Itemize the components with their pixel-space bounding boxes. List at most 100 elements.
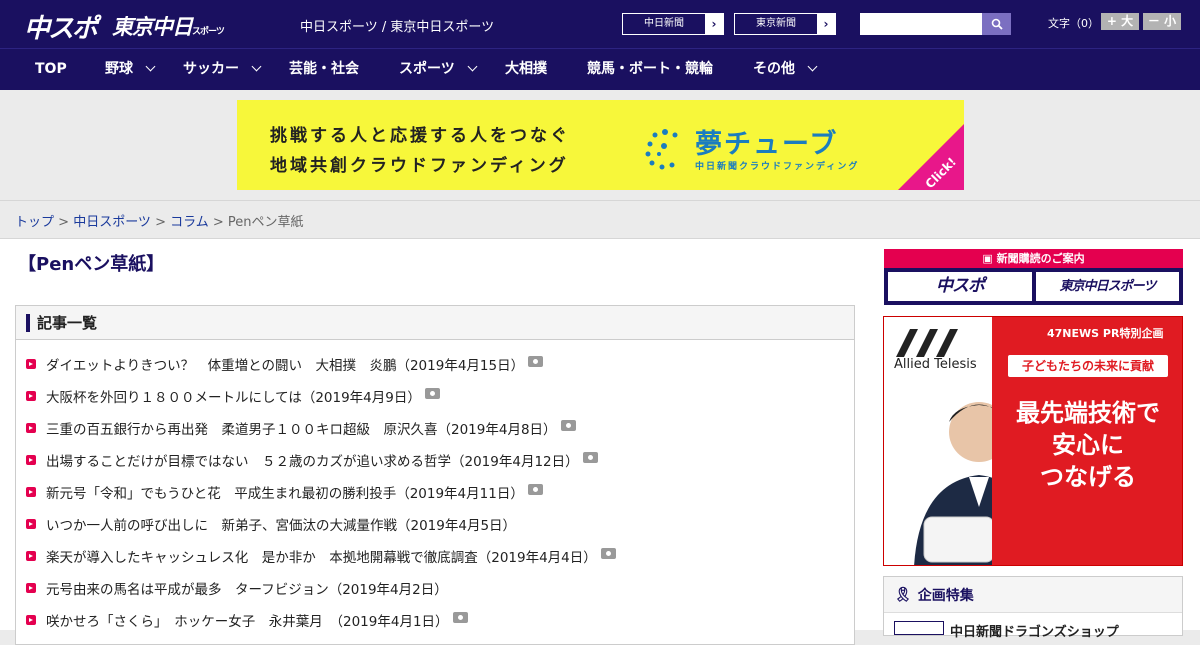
arrow-bullet-icon (26, 615, 36, 625)
nav-label: 芸能・社会 (289, 61, 359, 77)
list-item[interactable]: 咲かせろ「さくら」 ホッケー女子 永井葉月 （2019年4月1日） (26, 610, 468, 630)
ribbon-icon: 🎗 (894, 586, 912, 603)
breadcrumb-top[interactable]: トップ (15, 215, 54, 230)
banner-brand: 夢チューブ (695, 129, 839, 160)
allied-telesis-logo-icon (896, 329, 958, 357)
breadcrumb-separator: > (54, 215, 74, 230)
ad-headline-3: つなげる (1040, 463, 1136, 491)
ad-headline-1: 最先端技術で (1016, 399, 1160, 427)
tokyo-logo-sub: スポーツ (192, 27, 225, 37)
arrow-bullet-icon (26, 487, 36, 497)
list-item[interactable]: 出場することだけが目標ではない ５２歳のカズが追い求める哲学（2019年4月12… (26, 450, 598, 470)
article-title: 咲かせろ「さくら」 ホッケー女子 永井葉月 （2019年4月1日） (46, 614, 449, 630)
page-title: 【Penペン草紙】 (18, 254, 165, 275)
nav-entertainment[interactable]: 芸能・社会 (289, 49, 359, 90)
breadcrumb-chunichi-sports[interactable]: 中日スポーツ (73, 215, 151, 230)
article-title: 三重の百五銀行から再出発 柔道男子１００キロ超級 原沢久喜（2019年4月8日） (46, 422, 557, 438)
nav-top[interactable]: TOP (35, 49, 67, 90)
list-item[interactable]: 三重の百五銀行から再出発 柔道男子１００キロ超級 原沢久喜（2019年4月8日） (26, 418, 576, 438)
tokyo-subscribe-logo[interactable]: 東京中日スポーツ (1036, 272, 1179, 301)
nav-sumo[interactable]: 大相撲 (505, 49, 547, 90)
feature-item-link[interactable]: 中日新聞ドラゴンズショップ (950, 621, 1119, 640)
list-item[interactable]: 新元号「令和」でもうひと花 平成生まれ最初の勝利投手（2019年4月11日） (26, 482, 543, 502)
ad-company-name: Allied Telesis (894, 357, 977, 372)
arrow-bullet-icon (26, 551, 36, 561)
font-smaller-button[interactable]: － 小 (1143, 13, 1181, 30)
banner-area: 挑戦する人と応援する人をつなぐ 地域共創クラウドファンディング 夢チューブ 中日… (0, 90, 1200, 200)
nav-label: 競馬・ボート・競輪 (587, 61, 713, 77)
chevron-down-icon (251, 61, 262, 72)
chevron-right-icon: › (705, 14, 723, 34)
list-item[interactable]: いつか一人前の呼び出しに 新弟子、宮価汰の大減量作戦（2019年4月5日） (26, 514, 516, 534)
search-button[interactable] (982, 13, 1011, 35)
site-title[interactable]: 中日スポーツ / 東京中日スポーツ (300, 16, 494, 35)
chevron-down-icon (807, 61, 818, 72)
feature-heading-text: 企画特集 (917, 587, 974, 604)
arrow-bullet-icon (26, 455, 36, 465)
feature-heading: 🎗 企画特集 (884, 577, 1182, 613)
chuspo-subscribe-logo[interactable]: 中スポ (888, 272, 1032, 301)
font-larger-button[interactable]: + 大 (1101, 13, 1139, 30)
feature-thumbnail[interactable] (894, 621, 944, 635)
article-title: 楽天が導入したキャッシュレス化 是か非か 本拠地開幕戦で徹底調査（2019年4月… (46, 550, 597, 566)
main-nav: TOP 野球 サッカー 芸能・社会 スポーツ 大相撲 競馬・ボート・競輪 その他 (0, 48, 1200, 90)
chunichi-shimbun-link[interactable]: 中日新聞 › (622, 13, 724, 35)
arrow-bullet-icon (26, 423, 36, 433)
list-item[interactable]: 元号由来の馬名は平成が最多 ターフビジョン（2019年4月2日） (26, 578, 448, 598)
camera-icon (424, 387, 440, 399)
ad-red-panel: 47NEWS PR特別企画 子どもたちの未来に貢献 最先端技術で 安心に つなげ… (992, 317, 1182, 565)
crowdfunding-banner[interactable]: 挑戦する人と応援する人をつなぐ 地域共創クラウドファンディング 夢チューブ 中日… (237, 100, 964, 190)
breadcrumb: トップ > 中日スポーツ > コラム > Penペン草紙 (0, 200, 1200, 239)
nav-sports[interactable]: スポーツ (399, 49, 478, 90)
banner-line-2: 地域共創クラウドファンディング (270, 156, 569, 176)
camera-icon (582, 451, 598, 463)
article-title: 出場することだけが目標ではない ５２歳のカズが追い求める哲学（2019年4月12… (46, 454, 579, 470)
nav-label: その他 (753, 61, 795, 77)
article-list: 記事一覧 ダイエットよりきつい？ 体重増との闘い 大相撲 炎鵬（2019年4月1… (15, 305, 855, 645)
nav-racing[interactable]: 競馬・ボート・競輪 (587, 49, 713, 90)
article-title: 新元号「令和」でもうひと花 平成生まれ最初の勝利投手（2019年4月11日） (46, 486, 524, 502)
breadcrumb-separator: > (208, 215, 228, 230)
article-title: ダイエットよりきつい？ 体重増との闘い 大相撲 炎鵬（2019年4月15日） (46, 358, 525, 374)
chevron-down-icon (145, 61, 156, 72)
font-size-label: 文字（0） (1048, 17, 1099, 30)
tokyo-shimbun-link[interactable]: 東京新聞 › (734, 13, 836, 35)
article-title: 元号由来の馬名は平成が最多 ターフビジョン（2019年4月2日） (46, 582, 448, 598)
feature-box: 🎗 企画特集 中日新聞ドラゴンズショップ (883, 576, 1183, 640)
arrow-bullet-icon (26, 391, 36, 401)
ad-tag: 47NEWS PR特別企画 (1047, 327, 1164, 340)
nav-label: スポーツ (399, 61, 455, 77)
list-item[interactable]: 大阪杯を外回り１８００メートルにしては（2019年4月9日） (26, 386, 440, 406)
list-heading-text: 記事一覧 (37, 314, 98, 332)
camera-icon (527, 483, 543, 495)
search-input[interactable] (860, 13, 982, 35)
newspaper-icon: ▣ (982, 252, 997, 265)
arrow-bullet-icon (26, 583, 36, 593)
list-item[interactable]: ダイエットよりきつい？ 体重増との闘い 大相撲 炎鵬（2019年4月15日） (26, 354, 544, 374)
nav-label: 大相撲 (505, 61, 547, 77)
sidebar-ad[interactable]: Allied Telesis 47NEWS PR特別企画 子どもたちの未来に貢献… (883, 316, 1183, 566)
arrow-bullet-icon (26, 519, 36, 529)
nav-soccer[interactable]: サッカー (183, 49, 262, 90)
dots-logo-icon (645, 129, 678, 170)
nav-label: サッカー (183, 61, 239, 77)
nav-other[interactable]: その他 (753, 49, 818, 90)
article-title: いつか一人前の呼び出しに 新弟子、宮価汰の大減量作戦（2019年4月5日） (46, 518, 517, 534)
nav-label: 野球 (105, 61, 133, 77)
subscription-box[interactable]: ▣ 新聞購読のご案内 中スポ 東京中日スポーツ (884, 249, 1183, 305)
header-bar: 中スポ 東京中日スポーツ 中日スポーツ / 東京中日スポーツ 中日新聞 › 東京… (0, 0, 1200, 48)
list-item[interactable]: 楽天が導入したキャッシュレス化 是か非か 本拠地開幕戦で徹底調査（2019年4月… (26, 546, 616, 566)
heading-bar (26, 313, 30, 332)
ad-strip: 子どもたちの未来に貢献 (1008, 355, 1168, 377)
chuspo-logo[interactable]: 中スポ (24, 8, 98, 45)
breadcrumb-separator: > (150, 215, 171, 230)
tokyo-chunichi-logo[interactable]: 東京中日スポーツ (112, 11, 225, 41)
subscription-heading: ▣ 新聞購読のご案内 (884, 249, 1183, 268)
nav-baseball[interactable]: 野球 (105, 49, 156, 90)
ext-link-label: 東京新聞 (756, 18, 796, 29)
subscription-heading-text: 新聞購読のご案内 (996, 252, 1085, 265)
search-icon (991, 18, 1003, 30)
article-title: 大阪杯を外回り１８００メートルにしては（2019年4月9日） (46, 390, 421, 406)
tokyo-logo-text: 東京中日 (112, 15, 193, 39)
breadcrumb-column[interactable]: コラム (170, 215, 209, 230)
